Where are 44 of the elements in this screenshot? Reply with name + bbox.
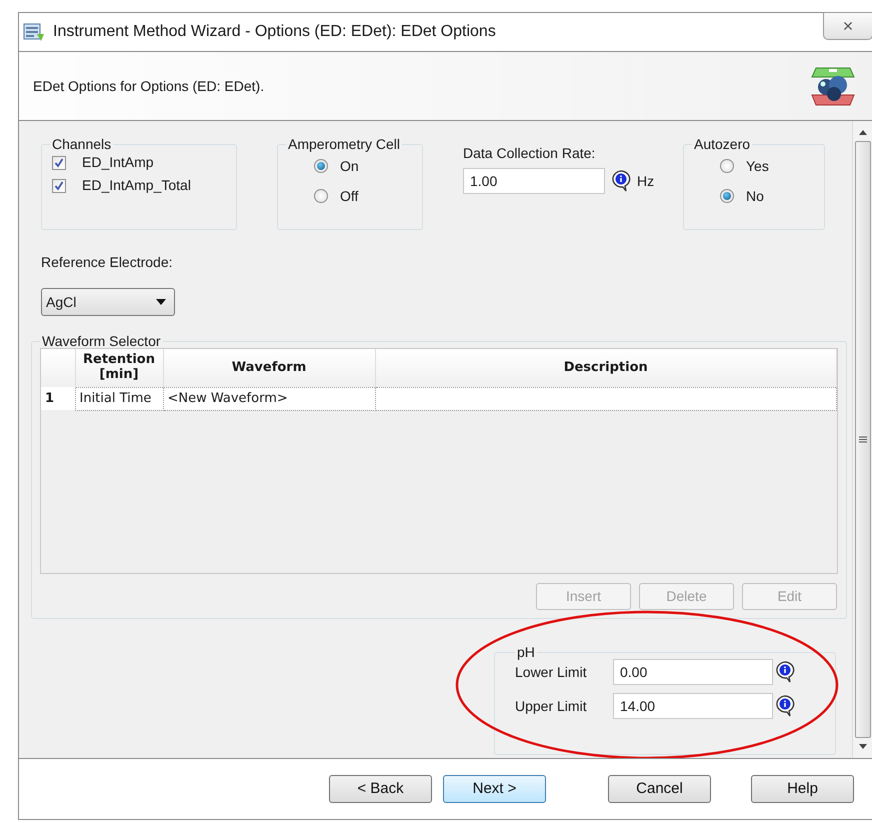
radio-button[interactable] [314, 189, 328, 203]
checkbox-label: ED_IntAmp_Total [82, 176, 191, 195]
field-label: Data Collection Rate: [463, 144, 596, 163]
limit-input[interactable]: 14.00 [613, 693, 773, 719]
radio-label: No [746, 186, 764, 206]
group-title: Waveform Selector [41, 334, 162, 348]
checkbox[interactable] [52, 156, 66, 170]
scroll-up-icon[interactable] [858, 130, 866, 135]
radio-button[interactable] [720, 159, 734, 173]
wizard-button[interactable]: < Back [329, 775, 432, 803]
wizard-button[interactable]: Cancel [608, 775, 711, 803]
table-cell: Initial Time [75, 387, 163, 410]
wizard-button[interactable]: Help [751, 775, 854, 803]
field-label: Upper Limit [515, 696, 588, 716]
reference-dropdown[interactable]: AgCl [41, 288, 175, 316]
limit-input[interactable]: 0.00 [613, 659, 773, 685]
radio-button[interactable] [720, 189, 734, 203]
checkbox[interactable] [52, 178, 66, 192]
field-label: Lower Limit [515, 662, 588, 682]
group-title: Channels [51, 137, 112, 151]
column-header: Description [375, 349, 836, 387]
rate-input[interactable]: 1.00 [463, 168, 605, 194]
wizard-button[interactable]: Next > [443, 775, 546, 803]
scroll-down-icon[interactable] [858, 744, 866, 749]
radio-button[interactable] [314, 159, 328, 173]
table-cell: <New Waveform> [163, 387, 375, 410]
radio-label: Yes [746, 156, 769, 176]
caret-icon [156, 299, 166, 305]
checkbox-label: ED_IntAmp [82, 153, 154, 172]
unit-label: Hz [637, 172, 654, 190]
group-title: Amperometry Cell [287, 137, 402, 151]
column-header: Retention [min] [75, 349, 163, 387]
column-header: Waveform [163, 349, 375, 387]
radio-label: Off [340, 186, 358, 206]
app-icon [23, 22, 45, 42]
group-title: Autozero [693, 137, 752, 151]
group-title: pH [516, 645, 536, 659]
header-text: EDet Options for Options (ED: EDet). [33, 76, 264, 96]
scroll-thumb[interactable] [854, 141, 870, 738]
window-title: Instrument Method Wizard - Options (ED: EDet): EDet Options [53, 22, 496, 42]
field-label: Reference Electrode: [41, 253, 174, 272]
radio-label: On [340, 156, 359, 176]
row-number: 1 [41, 387, 75, 410]
close-button[interactable]: × [823, 12, 872, 40]
